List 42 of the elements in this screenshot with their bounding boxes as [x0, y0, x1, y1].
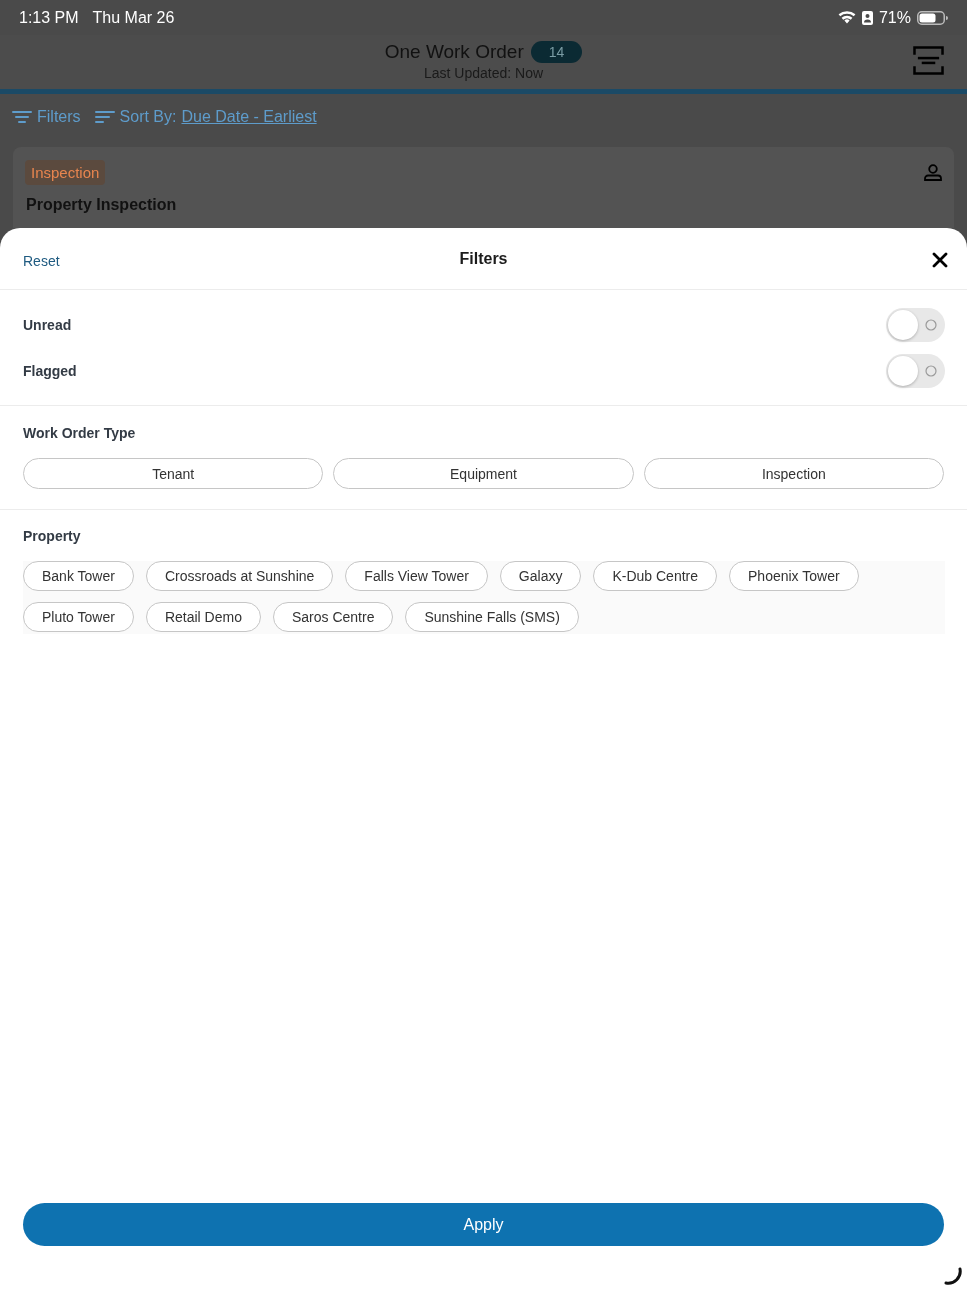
property-option[interactable]: Galaxy: [499, 561, 582, 591]
toggle-switch[interactable]: [886, 308, 945, 342]
scan-icon[interactable]: [913, 46, 944, 75]
sort-label: Sort By:: [119, 108, 177, 126]
battery-percent: 71%: [878, 8, 911, 27]
property-option[interactable]: Crossroads at Sunshine: [145, 561, 334, 591]
sort-icon[interactable]: [94, 110, 115, 124]
section-heading: Work Order Type: [23, 425, 137, 441]
person-icon: [924, 164, 942, 181]
type-option[interactable]: Equipment: [333, 458, 634, 489]
person-badge-icon: [861, 10, 873, 25]
battery-icon: [917, 10, 948, 25]
app-title: One Work Order: [384, 41, 524, 63]
property-option[interactable]: Saros Centre: [272, 602, 394, 632]
filter-icon: [12, 110, 32, 124]
curve-icon: [944, 1267, 962, 1285]
property-option[interactable]: Phoenix Tower: [729, 561, 859, 591]
count-badge: 14: [530, 41, 583, 63]
filter-label: Flagged: [23, 363, 77, 379]
wifi-icon: [837, 11, 856, 24]
property-option[interactable]: Sunshine Falls (SMS): [405, 602, 579, 632]
circle-icon: [925, 365, 937, 377]
property-option[interactable]: Retail Demo: [145, 602, 261, 632]
sheet-title: Filters: [459, 250, 508, 268]
circle-icon: [925, 319, 937, 331]
property-option[interactable]: Pluto Tower: [23, 602, 134, 632]
status-time: 1:13 PM: [19, 8, 79, 27]
property-option[interactable]: K-Dub Centre: [593, 561, 718, 591]
card-title: Property Inspection: [25, 196, 178, 214]
toggle-switch[interactable]: [886, 354, 945, 388]
type-option[interactable]: Tenant: [23, 458, 324, 489]
close-icon: [932, 251, 948, 268]
property-option[interactable]: Bank Tower: [23, 561, 134, 591]
reset-link[interactable]: Reset: [23, 252, 60, 269]
type-option[interactable]: Inspection: [643, 458, 944, 489]
property-option[interactable]: Falls View Tower: [345, 561, 488, 591]
filter-label: Unread: [23, 317, 72, 333]
close-button[interactable]: [932, 251, 948, 268]
type-tag: Inspection: [25, 160, 106, 185]
apply-button[interactable]: Apply: [23, 1203, 944, 1246]
section-heading: Property: [23, 528, 82, 544]
status-date: Thu Mar 26: [92, 8, 175, 27]
